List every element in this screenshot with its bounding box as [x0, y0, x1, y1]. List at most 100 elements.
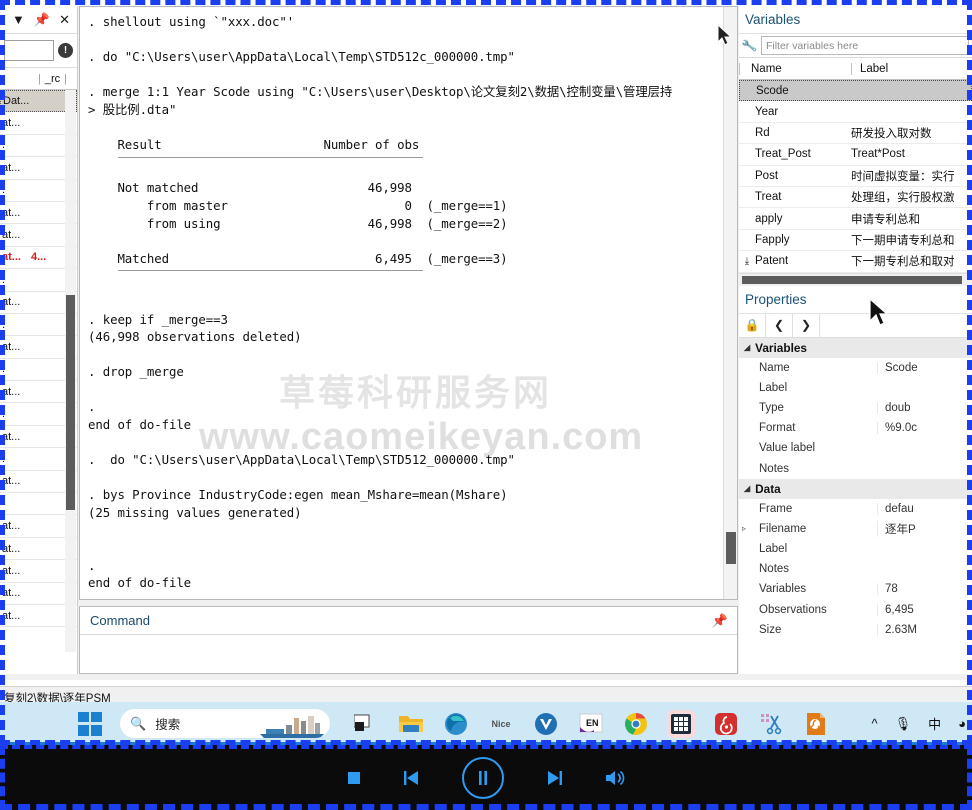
- results-window[interactable]: . shellout using `"xxx.doc"' . do "C:\Us…: [79, 6, 738, 600]
- console-output: . shellout using `"xxx.doc"' . do "C:\Us…: [80, 7, 723, 599]
- property-value: Scode: [877, 361, 972, 374]
- taskbar-left: 🔍 搜索: [0, 709, 330, 738]
- results-scroll-thumb[interactable]: [726, 532, 736, 564]
- properties-group-variables[interactable]: ◢ Variables: [739, 337, 972, 358]
- wrench-icon[interactable]: 🔧: [741, 37, 758, 53]
- results-scrollbar[interactable]: [723, 7, 737, 599]
- variables-hscroll-thumb[interactable]: [742, 275, 962, 284]
- console-line: . keep if _merge==3: [88, 311, 228, 327]
- ime-chinese-icon[interactable]: 中: [928, 714, 941, 733]
- previous-button[interactable]: [402, 769, 422, 787]
- variables-hscrollbar[interactable]: [739, 272, 972, 286]
- variable-row[interactable]: Scode: [739, 80, 972, 102]
- windows-logo-icon[interactable]: [78, 711, 102, 736]
- variable-row[interactable]: ⤓ Patent 下一期专利总和取对: [739, 251, 972, 273]
- review-row-label: at...: [2, 206, 21, 219]
- property-row[interactable]: Type doub: [739, 397, 972, 419]
- review-row-label: .: [2, 139, 6, 152]
- volume-button[interactable]: [604, 769, 626, 787]
- console-line: > 股比例.dta": [88, 101, 177, 117]
- variable-row[interactable]: Post 时间虚拟变量：实行: [739, 165, 972, 187]
- netease-music-icon[interactable]: [712, 710, 740, 738]
- property-value: 78: [877, 583, 972, 596]
- variables-col-name[interactable]: Name: [739, 62, 851, 75]
- snipping-tool-icon[interactable]: [757, 710, 785, 738]
- variables-column-header: Name Label: [739, 58, 972, 80]
- review-list[interactable]: Dat... at.... at.... at... at... at... 4.... at…: [0, 90, 77, 652]
- nice-app-icon[interactable]: Nice: [487, 710, 515, 738]
- review-row-label: at...: [2, 475, 21, 488]
- console-line: Matched 6,495 (_merge==3): [88, 250, 508, 266]
- variable-row[interactable]: Treat 处理组，实行股权激: [739, 186, 972, 209]
- property-row[interactable]: Notes: [739, 559, 972, 580]
- review-filter-input[interactable]: [4, 40, 54, 61]
- property-row[interactable]: Observations 6,495: [739, 599, 972, 620]
- properties-group-label: Data: [755, 481, 781, 496]
- chrome-browser-icon[interactable]: [622, 710, 650, 738]
- review-scroll-thumb[interactable]: [66, 295, 75, 510]
- review-row-label: at...: [2, 564, 21, 577]
- task-view-icon[interactable]: [352, 710, 380, 738]
- console-line: end of do-file: [88, 575, 192, 591]
- triangle-down-icon: ◢: [744, 343, 751, 353]
- pin-icon[interactable]: 📌: [34, 13, 50, 26]
- property-row[interactable]: Name Scode: [739, 357, 972, 378]
- property-row[interactable]: Size 2.63M: [739, 619, 972, 640]
- variable-row[interactable]: Year: [739, 101, 972, 123]
- property-row[interactable]: Value label: [739, 438, 972, 459]
- edge-browser-icon[interactable]: [442, 710, 470, 745]
- windows-taskbar: 🔍 搜索 Nice EN ^ 🎙 中 ◕: [0, 702, 972, 745]
- pin-icon[interactable]: 📌: [712, 613, 728, 629]
- console-line: . bys Province IndustryCode:egen mean_Ms…: [88, 487, 508, 503]
- console-line: from using 46,998 (_merge==2): [88, 215, 508, 231]
- property-row[interactable]: Notes: [739, 458, 972, 479]
- variables-col-label[interactable]: Label: [851, 62, 972, 75]
- close-icon[interactable]: ✕: [59, 13, 70, 26]
- chevron-left-icon[interactable]: ❮: [766, 313, 793, 337]
- property-row[interactable]: Label: [739, 377, 972, 398]
- property-key: Format: [759, 422, 796, 435]
- property-row[interactable]: ▹ Filename 逐年P: [739, 518, 972, 540]
- lock-icon[interactable]: 🔒: [739, 313, 766, 337]
- chevron-right-icon[interactable]: ▹: [739, 524, 749, 533]
- review-column-header[interactable]: | _rc |: [0, 68, 77, 90]
- variables-list[interactable]: Scode Year Rd 研发投入取对数 Treat_Post Treat*Post Po…: [739, 80, 972, 273]
- property-row[interactable]: Frame defau: [739, 498, 972, 519]
- console-line: (25 missing values generated): [88, 505, 302, 521]
- chevron-right-icon[interactable]: ❯: [793, 313, 820, 337]
- review-col-rc: _rc: [44, 72, 61, 85]
- review-row-label: at...: [2, 296, 21, 309]
- next-button[interactable]: [544, 769, 564, 787]
- v-app-icon[interactable]: [532, 710, 560, 738]
- wifi-icon[interactable]: ◕: [958, 716, 966, 731]
- property-key: Label: [759, 543, 788, 556]
- input-method-en-icon[interactable]: EN: [577, 710, 605, 738]
- property-row[interactable]: Variables 78: [739, 579, 972, 600]
- variable-row[interactable]: apply 申请专利总和: [739, 208, 972, 230]
- taskbar-search-box[interactable]: 🔍 搜索: [120, 709, 330, 738]
- variable-row[interactable]: Rd 研发投入取对数: [739, 122, 972, 145]
- review-row-label: at...: [2, 430, 21, 443]
- command-input[interactable]: [80, 635, 737, 673]
- variable-name: Year: [755, 105, 779, 118]
- calculator-app-icon[interactable]: [667, 709, 695, 745]
- filter-icon[interactable]: ▼: [12, 13, 25, 26]
- review-row-label: at...: [2, 161, 21, 174]
- show-hidden-icons-chevron[interactable]: ^: [872, 716, 878, 731]
- variables-filter-input[interactable]: Filter variables here: [760, 36, 969, 55]
- property-row[interactable]: Label: [739, 539, 972, 560]
- stop-button[interactable]: [346, 770, 362, 786]
- pause-button[interactable]: [462, 756, 504, 799]
- variable-label: 研发投入取对数: [851, 127, 932, 140]
- review-scrollbar[interactable]: [65, 90, 76, 652]
- variable-row[interactable]: Treat_Post Treat*Post: [739, 144, 972, 166]
- taskbar-pinned-apps: Nice EN: [352, 709, 830, 745]
- property-row[interactable]: Format %9.0c: [739, 418, 972, 439]
- pdf-app-icon[interactable]: [802, 710, 830, 745]
- properties-tree[interactable]: ◢ Variables Name Scode Label Type doub Format %9…: [739, 337, 972, 640]
- review-row-label: at...: [2, 251, 21, 264]
- properties-group-data[interactable]: ◢ Data: [739, 478, 972, 499]
- variable-row[interactable]: Fapply 下一期申请专利总和: [739, 229, 972, 252]
- file-explorer-icon[interactable]: [397, 710, 425, 745]
- microphone-icon[interactable]: 🎙: [895, 716, 912, 732]
